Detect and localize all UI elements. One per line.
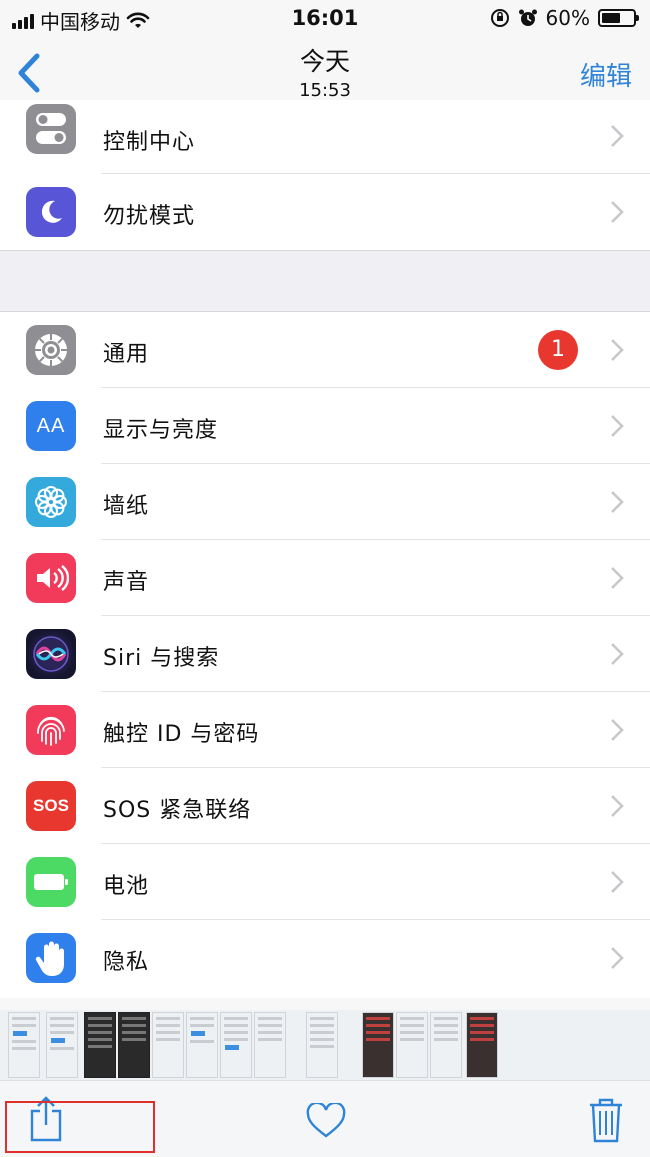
alarm-icon (518, 9, 537, 26)
chevron-right-icon (611, 719, 624, 741)
photo-thumbnail[interactable] (84, 1012, 116, 1078)
chevron-right-icon (611, 947, 624, 969)
chevron-right-icon (611, 643, 624, 665)
notification-badge: 1 (538, 330, 578, 370)
settings-row-label: 墙纸 (103, 494, 150, 519)
settings-row-control-center[interactable]: 控制中心 (0, 100, 650, 174)
fingerprint-icon (26, 705, 76, 755)
settings-row-siri-search[interactable]: Siri 与搜索 (0, 616, 650, 692)
status-bar: 中国移动 16:01 60% (0, 0, 650, 36)
photo-thumbnail[interactable] (186, 1012, 218, 1078)
photo-thumbnail[interactable] (46, 1012, 78, 1078)
settings-row-general[interactable]: 通用 1 (0, 312, 650, 388)
battery-setting-icon (26, 857, 76, 907)
display-brightness-icon: AA (26, 401, 76, 451)
settings-row-label: 声音 (103, 570, 150, 595)
settings-row-privacy[interactable]: 隐私 (0, 920, 650, 996)
settings-row-label: 控制中心 (103, 130, 196, 155)
chevron-right-icon (611, 567, 624, 589)
speaker-icon (26, 553, 76, 603)
settings-row-touch-id[interactable]: 触控 ID 与密码 (0, 692, 650, 768)
wallpaper-flower-icon (26, 477, 76, 527)
settings-row-label: 勿扰模式 (103, 204, 196, 229)
control-center-icon (26, 104, 76, 154)
photo-thumbnail[interactable] (254, 1012, 286, 1078)
hand-icon (26, 933, 76, 983)
settings-row-label: 触控 ID 与密码 (103, 722, 260, 747)
battery-icon (598, 9, 639, 27)
moon-icon (26, 187, 76, 237)
settings-row-label: SOS 紧急联络 (103, 798, 252, 823)
share-button-highlight-box (5, 1101, 155, 1153)
settings-row-label: 电池 (103, 874, 150, 899)
photo-thumbnail[interactable] (8, 1012, 40, 1078)
settings-row-label: Siri 与搜索 (103, 646, 220, 671)
chevron-right-icon (611, 415, 624, 437)
chevron-right-icon (611, 871, 624, 893)
photo-thumbnail[interactable] (152, 1012, 184, 1078)
chevron-right-icon (611, 125, 624, 147)
settings-row-do-not-disturb[interactable]: 勿扰模式 (0, 174, 650, 250)
chevron-right-icon (611, 795, 624, 817)
page-title: 今天 (299, 47, 350, 76)
photo-thumbnail-strip[interactable] (0, 1010, 650, 1080)
siri-icon (26, 629, 76, 679)
page-subtitle-time: 15:53 (299, 80, 351, 101)
heart-icon[interactable] (306, 1103, 346, 1139)
settings-group-main: 通用 1 AA 显示与亮度 墙纸 声音 Siri 与搜索 触控 ID 与密码 S… (0, 312, 650, 998)
battery-percent: 60% (545, 6, 590, 30)
settings-row-label: 显示与亮度 (103, 418, 219, 443)
settings-group-top: 控制中心 勿扰模式 (0, 100, 650, 250)
photo-thumbnail[interactable] (430, 1012, 462, 1078)
photo-thumbnail[interactable] (362, 1012, 394, 1078)
settings-row-display-brightness[interactable]: AA 显示与亮度 (0, 388, 650, 464)
settings-row-emergency-sos[interactable]: SOS SOS 紧急联络 (0, 768, 650, 844)
photo-thumbnail[interactable] (118, 1012, 150, 1078)
section-separator (0, 250, 650, 312)
chevron-right-icon (611, 339, 624, 361)
chevron-right-icon (611, 491, 624, 513)
edit-button[interactable]: 编辑 (580, 56, 632, 93)
settings-row-sounds[interactable]: 声音 (0, 540, 650, 616)
photo-thumbnail[interactable] (220, 1012, 252, 1078)
photo-thumbnail[interactable] (306, 1012, 338, 1078)
sos-icon: SOS (26, 781, 76, 831)
settings-row-label: 隐私 (103, 950, 150, 975)
settings-row-label: 通用 (103, 342, 150, 367)
trash-icon[interactable] (588, 1097, 624, 1143)
settings-row-battery[interactable]: 电池 (0, 844, 650, 920)
settings-row-wallpaper[interactable]: 墙纸 (0, 464, 650, 540)
orientation-lock-icon (490, 9, 509, 27)
chevron-right-icon (611, 201, 624, 223)
photo-thumbnail[interactable] (466, 1012, 498, 1078)
gear-icon (26, 325, 76, 375)
photo-thumbnail[interactable] (396, 1012, 428, 1078)
